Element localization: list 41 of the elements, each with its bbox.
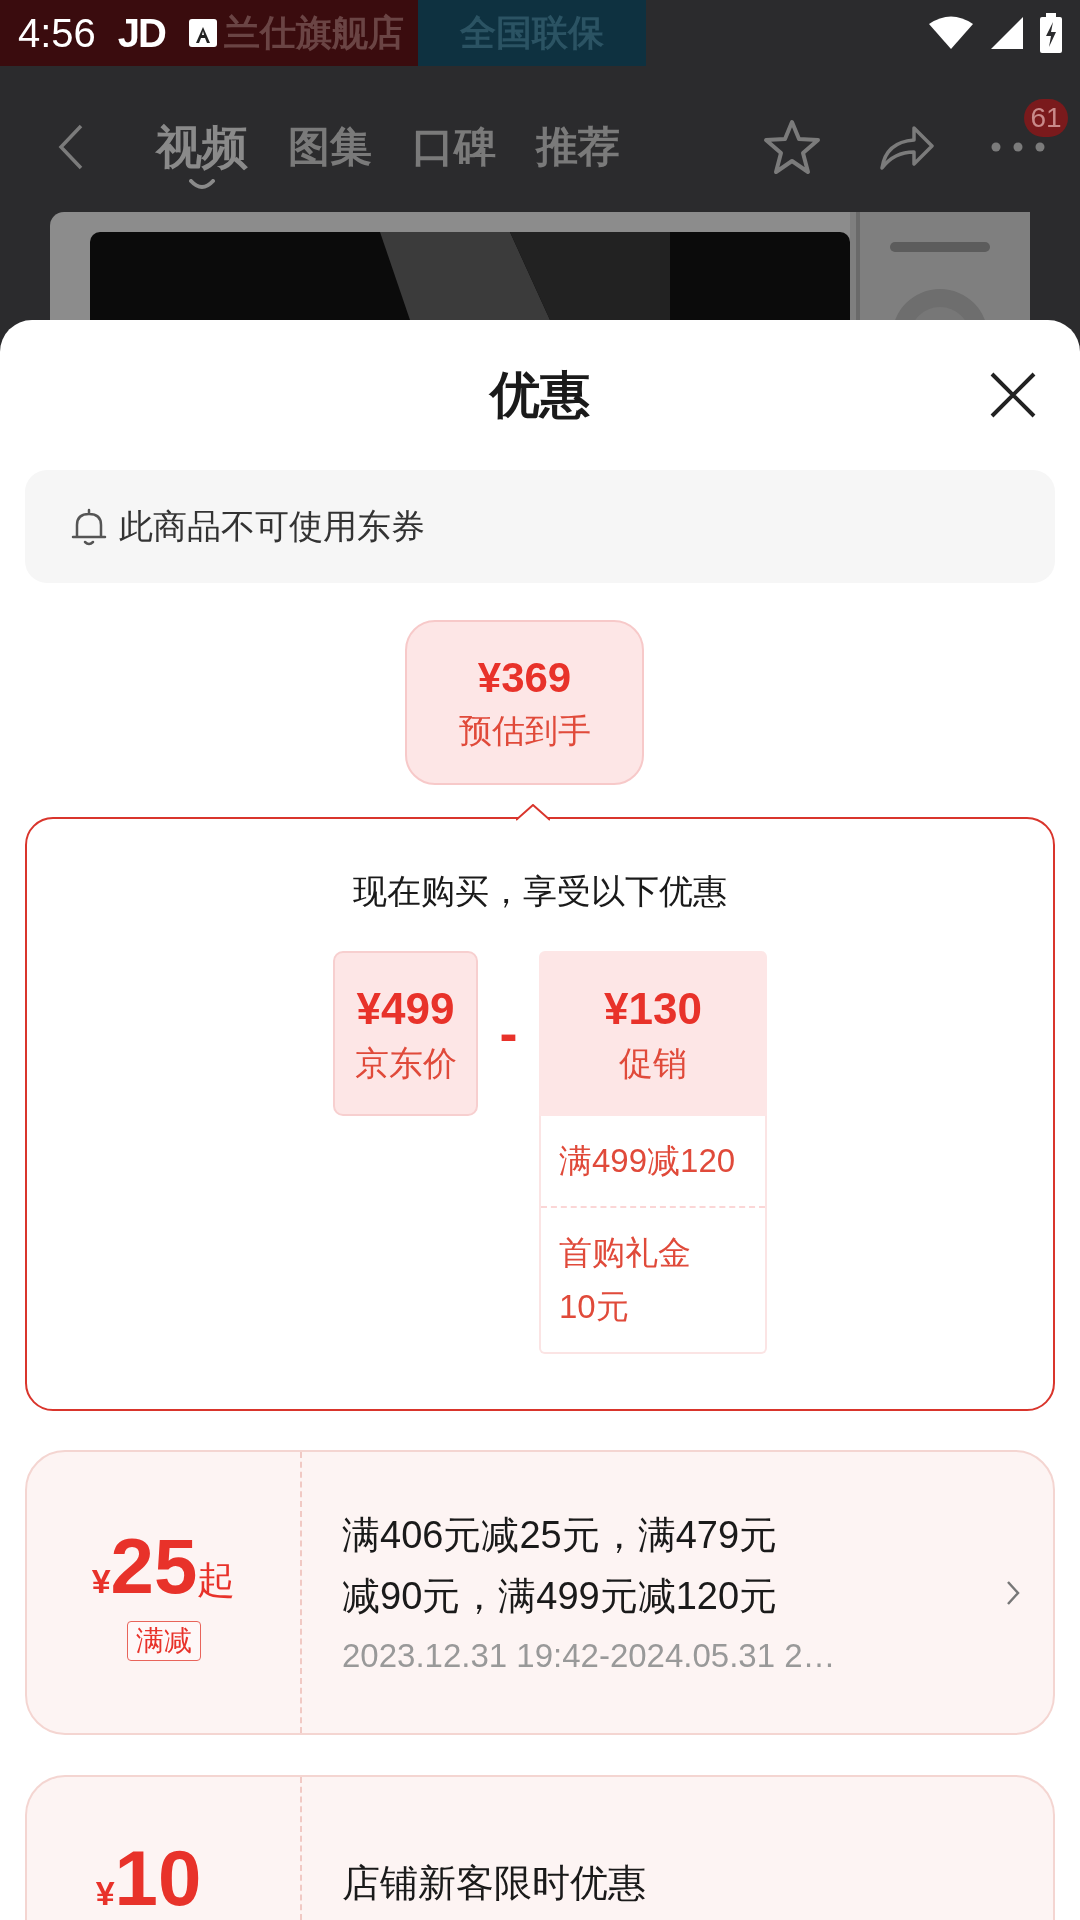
signal-icon — [990, 16, 1024, 50]
count-badge: 61 — [1024, 99, 1068, 137]
close-button[interactable] — [988, 370, 1038, 420]
nav-tab[interactable]: 推荐 — [536, 119, 620, 175]
promo-price: ¥130 — [604, 982, 702, 1035]
coupon-amount: 10 — [114, 1836, 202, 1920]
estimate-price: ¥369 — [477, 652, 572, 703]
minus-sign: - — [498, 1002, 519, 1065]
nav-tab[interactable]: 图集 — [288, 119, 372, 175]
bell-icon — [69, 506, 109, 547]
status-time: 4:56 — [18, 10, 96, 57]
coupon-amount: 25 — [110, 1524, 198, 1608]
currency-symbol: ¥ — [95, 1874, 115, 1914]
promo-item: 首购礼金10元 — [559, 1233, 692, 1327]
more-icon[interactable] — [990, 141, 1046, 153]
coupon-date: 2023.12.31 19:42-2024.05.31 2… — [342, 1635, 837, 1676]
nav-tab[interactable]: 口碑 — [412, 119, 496, 175]
notification-icon — [189, 19, 217, 47]
sheet-title: 优惠 — [490, 365, 590, 425]
chevron-right-icon[interactable] — [1006, 1579, 1020, 1606]
tab-indicator-icon — [189, 179, 215, 191]
wifi-icon — [928, 15, 974, 51]
coupon-suffix: 起 — [197, 1558, 236, 1603]
promo-item: 满499减120 — [559, 1141, 736, 1181]
app-label: JD — [117, 10, 165, 57]
breakdown-heading: 现在购买，享受以下优惠 — [353, 871, 727, 912]
coupon-description: 满406元减25元，满479元减90元，满499元减120元 — [342, 1512, 779, 1619]
currency-symbol: ¥ — [91, 1562, 111, 1602]
star-icon[interactable] — [762, 118, 822, 176]
estimate-label: 预估到手 — [458, 710, 591, 751]
back-icon[interactable] — [58, 124, 84, 170]
base-price: ¥499 — [356, 982, 455, 1035]
coupon-description: 店铺新客限时优惠 — [342, 1861, 647, 1906]
share-icon[interactable] — [878, 124, 934, 170]
promo-label: 促销 — [619, 1042, 687, 1084]
nav-tab[interactable]: 视频 — [156, 119, 248, 175]
coupon-tag: 满减 — [126, 1621, 201, 1661]
notice-text: 此商品不可使用东券 — [119, 506, 425, 547]
battery-icon — [1040, 13, 1062, 53]
store-name: 兰仕旗舰店 — [224, 11, 404, 55]
base-label: 京东价 — [354, 1042, 457, 1084]
